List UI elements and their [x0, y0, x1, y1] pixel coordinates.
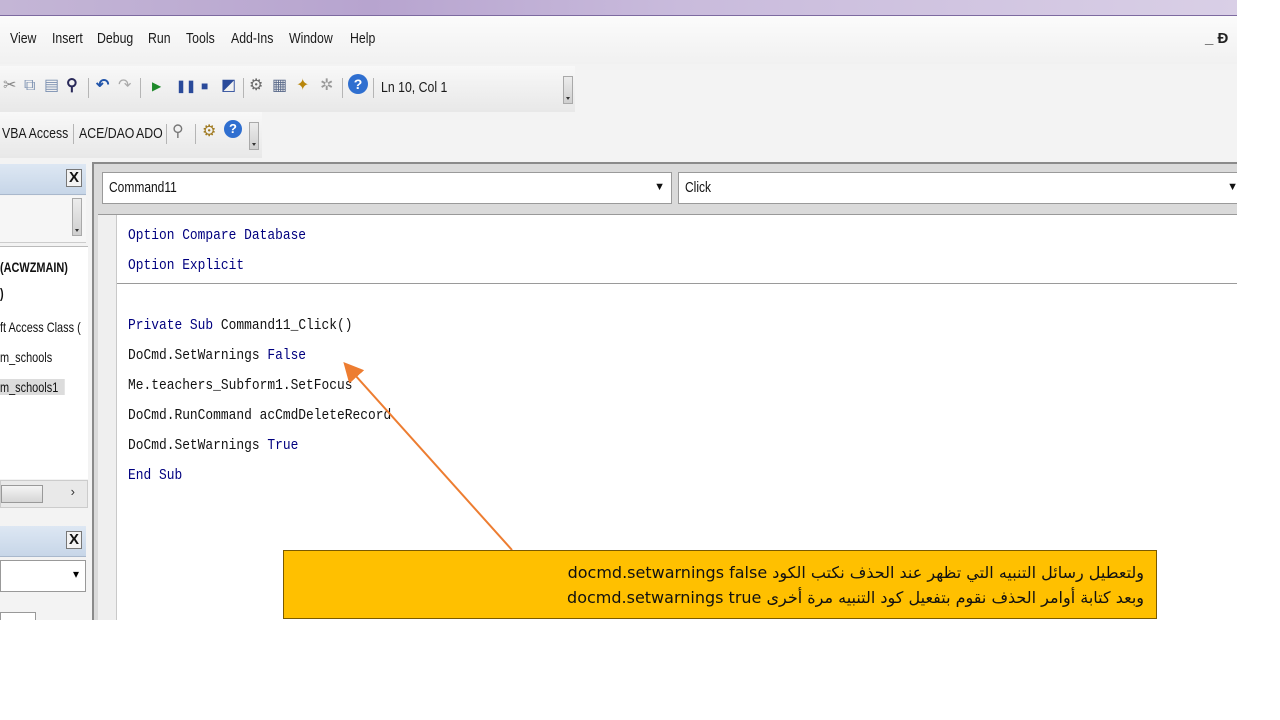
annotation-line-1: ولتعطيل رسائل التنبيه التي تظهر عند الحذ…	[567, 563, 1144, 582]
vba-editor-screenshot: View Insert Debug Run Tools Add-Ins Wind…	[0, 0, 1237, 620]
annotation-line-2: وبعد كتابة أوامر الحذف نقوم بتفعيل كود ا…	[567, 588, 1144, 607]
annotation-arrow	[343, 362, 513, 551]
annotation-callout: ولتعطيل رسائل التنبيه التي تظهر عند الحذ…	[283, 550, 1157, 619]
